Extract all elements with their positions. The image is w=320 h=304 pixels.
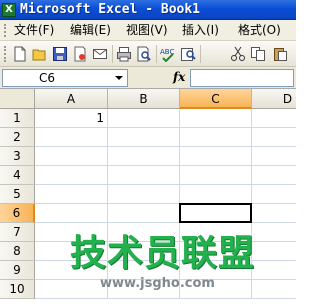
cell-d1[interactable] (252, 109, 296, 128)
cell-b2[interactable] (108, 128, 180, 147)
menu-format[interactable]: 格式(O) (238, 23, 281, 38)
menu-grip-handle[interactable] (4, 24, 7, 37)
open-icon[interactable] (32, 46, 48, 62)
cell-c7[interactable] (180, 223, 252, 242)
column-header-a[interactable]: A (35, 89, 108, 109)
cell-b6[interactable] (108, 204, 180, 223)
cell-c1[interactable] (180, 109, 252, 128)
cell-a6[interactable] (35, 204, 108, 223)
email-icon[interactable] (92, 46, 108, 62)
name-box-value: C6 (39, 71, 56, 85)
cell-a7[interactable] (35, 223, 108, 242)
cell-a5[interactable] (35, 185, 108, 204)
chevron-down-icon[interactable] (115, 76, 123, 80)
copy-icon[interactable] (250, 46, 266, 62)
cell-d4[interactable] (252, 166, 296, 185)
cell-d2[interactable] (252, 128, 296, 147)
cell-b4[interactable] (108, 166, 180, 185)
cell-b9[interactable] (108, 261, 180, 280)
spelling-icon[interactable]: ABC (160, 46, 176, 62)
insert-function-button[interactable]: fx (173, 70, 185, 85)
cell-c6[interactable] (179, 203, 252, 223)
cell-a3[interactable] (35, 147, 108, 166)
cell-c3[interactable] (180, 147, 252, 166)
print-icon[interactable] (116, 46, 132, 62)
window-title: Microsoft Excel - Book1 (20, 2, 201, 17)
menu-view[interactable]: 视图(V) (126, 23, 168, 38)
column-header-b[interactable]: B (108, 89, 180, 109)
toolbar-grip-handle[interactable] (4, 46, 7, 62)
row-header-5[interactable]: 5 (0, 185, 35, 204)
paste-icon[interactable] (272, 46, 288, 62)
row-header-7[interactable]: 7 (0, 223, 35, 242)
toolbar-separator (112, 45, 113, 63)
cell-b7[interactable] (108, 223, 180, 242)
permission-icon[interactable] (72, 46, 88, 62)
cell-d7[interactable] (252, 223, 296, 242)
row-header-10[interactable]: 10 (0, 280, 35, 299)
row-header-2[interactable]: 2 (0, 128, 35, 147)
print-preview-icon[interactable] (136, 46, 152, 62)
standard-toolbar: ABC (0, 41, 296, 67)
cell-a2[interactable] (35, 128, 108, 147)
cell-b3[interactable] (108, 147, 180, 166)
cell-d6[interactable] (252, 204, 296, 223)
row-header-8[interactable]: 8 (0, 242, 35, 261)
cell-b1[interactable] (108, 109, 180, 128)
new-icon[interactable] (12, 46, 28, 62)
cell-d8[interactable] (252, 242, 296, 261)
cell-a1[interactable]: 1 (35, 109, 108, 128)
cell-d10[interactable] (252, 280, 296, 299)
cell-c2[interactable] (180, 128, 252, 147)
column-header-d[interactable]: D (252, 89, 296, 109)
cell-b10[interactable] (108, 280, 180, 299)
name-box[interactable]: C6 (2, 69, 128, 87)
row-header-9[interactable]: 9 (0, 261, 35, 280)
title-bar[interactable]: X Microsoft Excel - Book1 (0, 0, 296, 20)
cell-d9[interactable] (252, 261, 296, 280)
menu-insert[interactable]: 插入(I) (182, 23, 219, 38)
research-icon[interactable] (180, 46, 196, 62)
cell-c5[interactable] (180, 185, 252, 204)
toolbar-separator (156, 45, 157, 63)
cell-b5[interactable] (108, 185, 180, 204)
cut-icon[interactable] (230, 46, 246, 62)
worksheet-grid[interactable]: ABCD 1 2 3 4 5 6 7 8 9 10 1 (0, 89, 296, 304)
menu-edit[interactable]: 编辑(E) (70, 23, 111, 38)
cell-c4[interactable] (180, 166, 252, 185)
cell-a9[interactable] (35, 261, 108, 280)
cell-a8[interactable] (35, 242, 108, 261)
cell-a10[interactable] (35, 280, 108, 299)
menu-bar: 文件(F) 编辑(E) 视图(V) 插入(I) 格式(O) (0, 20, 296, 41)
cell-c8[interactable] (180, 242, 252, 261)
formula-bar: C6 fx (0, 67, 296, 89)
formula-input[interactable] (190, 69, 294, 87)
row-header-3[interactable]: 3 (0, 147, 35, 166)
select-all-button[interactable] (0, 89, 35, 109)
cell-a4[interactable] (35, 166, 108, 185)
row-header-1[interactable]: 1 (0, 109, 35, 128)
cell-d3[interactable] (252, 147, 296, 166)
column-header-c[interactable]: C (180, 89, 252, 109)
menu-file[interactable]: 文件(F) (14, 23, 54, 38)
cell-d5[interactable] (252, 185, 296, 204)
row-header-6[interactable]: 6 (0, 204, 35, 223)
toolbar-separator (200, 45, 201, 63)
row-header-4[interactable]: 4 (0, 166, 35, 185)
cell-c9[interactable] (180, 261, 252, 280)
cell-c10[interactable] (180, 280, 252, 299)
excel-app-icon[interactable]: X (2, 3, 16, 17)
save-icon[interactable] (52, 46, 68, 62)
cell-b8[interactable] (108, 242, 180, 261)
